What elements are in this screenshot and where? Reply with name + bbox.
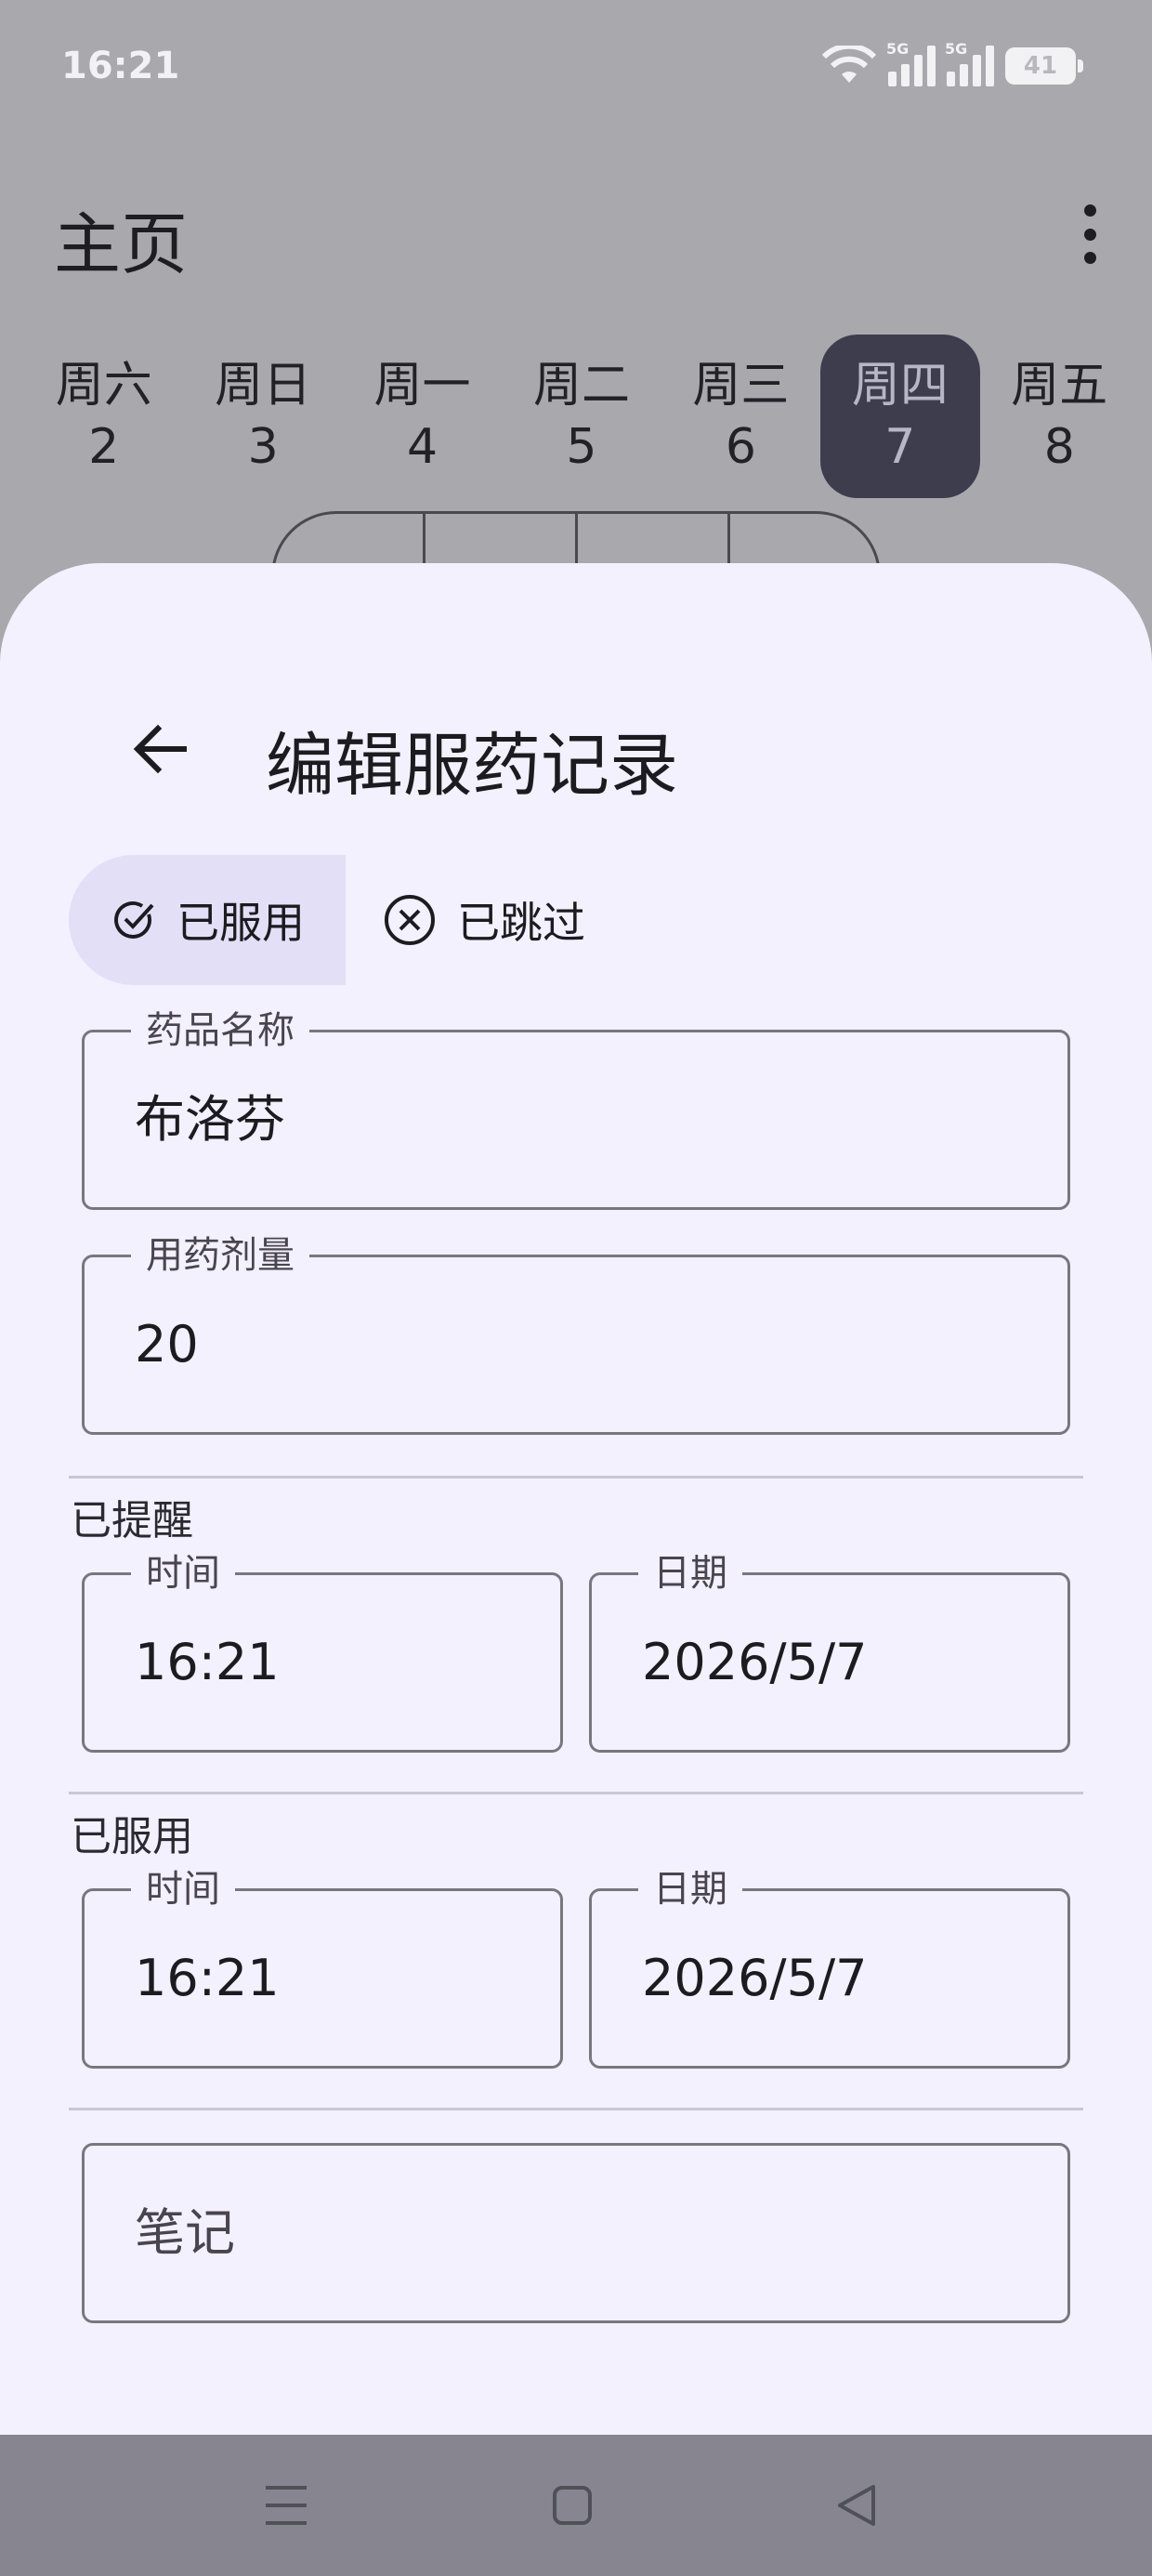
reminded-section-label: 已提醒 [71,1497,193,1544]
divider [69,1792,1083,1794]
arrow-back-icon [133,724,187,774]
medicine-name-value: 布洛芬 [135,1090,285,1149]
day-tue[interactable]: 周二 5 [502,335,661,498]
week-selector: 周六 2 周日 3 周一 4 周二 5 周三 6 周四 7 周五 8 [24,335,1139,498]
divider [69,1476,1083,1479]
taken-time-value: 16:21 [135,1949,280,2007]
taken-time-field[interactable]: 时间 16:21 [82,1865,563,2069]
day-name: 周一 [373,358,471,414]
dose-field[interactable]: 用药剂量 20 [82,1231,1070,1435]
sheet-header: 编辑服药记录 [0,684,1152,806]
cancel-circle-icon [385,895,435,945]
notes-field[interactable]: 笔记 [82,2143,1070,2323]
edit-record-sheet: 编辑服药记录 已服用 已跳过 药品名称 布洛芬 用药剂量 20 已提醒 时间 1… [0,563,1152,2435]
day-name: 周六 [55,358,152,414]
status-bar: 16:21 5G 5G 41 [0,0,1152,139]
medicine-name-field[interactable]: 药品名称 布洛芬 [82,1006,1070,1210]
signal-network-label: 5G [945,40,968,58]
reminded-date-value: 2026/5/7 [642,1633,868,1691]
taken-date-value: 2026/5/7 [642,1949,868,2007]
taken-time-label: 时间 [131,1865,235,1913]
wifi-icon [821,46,877,83]
day-name: 周日 [215,358,312,414]
taken-chip-label: 已服用 [177,898,305,948]
taken-date-field[interactable]: 日期 2026/5/7 [589,1865,1070,2069]
system-nav-bar [0,2435,1152,2576]
day-name: 周五 [1011,358,1108,414]
day-fri[interactable]: 周五 8 [980,335,1139,498]
check-circle-icon [114,900,154,939]
reminded-time-field[interactable]: 时间 16:21 [82,1549,563,1753]
day-sat[interactable]: 周六 2 [24,335,183,498]
day-date: 2 [88,419,120,475]
signal-icon: 5G [886,40,936,86]
reminded-time-value: 16:21 [135,1633,280,1691]
sheet-title: 编辑服药记录 [266,726,678,806]
day-date: 5 [566,419,597,475]
home-icon[interactable] [537,2470,608,2541]
medicine-name-label: 药品名称 [131,1006,309,1055]
dose-label: 用药剂量 [131,1231,309,1280]
day-sun[interactable]: 周日 3 [183,335,342,498]
skipped-chip[interactable]: 已跳过 [346,855,585,985]
day-date: 3 [247,419,279,475]
day-date: 7 [884,419,916,475]
day-name: 周四 [851,358,949,414]
battery-level: 41 [1023,52,1058,80]
reminded-time-label: 时间 [131,1549,235,1597]
status-toggle: 已服用 已跳过 [69,855,585,985]
taken-date-label: 日期 [638,1865,742,1913]
status-time: 16:21 [61,45,180,87]
day-mon[interactable]: 周一 4 [343,335,502,498]
day-date: 4 [407,419,439,475]
skipped-chip-label: 已跳过 [457,898,585,948]
signal-icon: 5G [945,40,994,86]
taken-chip[interactable]: 已服用 [69,855,346,985]
day-name: 周二 [532,358,630,414]
dose-value: 20 [135,1315,199,1373]
divider [69,2108,1083,2110]
back-icon[interactable] [821,2470,892,2541]
reminded-date-field[interactable]: 日期 2026/5/7 [589,1549,1070,1753]
notes-placeholder: 笔记 [135,2203,235,2262]
menu-icon[interactable] [251,2470,321,2541]
page-title: 主页 [54,205,189,283]
more-vert-icon[interactable] [1076,204,1104,264]
battery-icon: 41 [1005,47,1083,85]
reminded-date-label: 日期 [638,1549,742,1597]
day-thu-selected[interactable]: 周四 7 [820,335,980,498]
back-button[interactable] [113,703,206,795]
day-name: 周三 [692,358,790,414]
day-wed[interactable]: 周三 6 [661,335,820,498]
taken-section-label: 已服用 [71,1813,193,1860]
day-date: 8 [1043,419,1075,475]
status-icons: 5G 5G 41 [821,40,1083,89]
day-date: 6 [725,419,756,475]
signal-network-label: 5G [886,40,910,58]
